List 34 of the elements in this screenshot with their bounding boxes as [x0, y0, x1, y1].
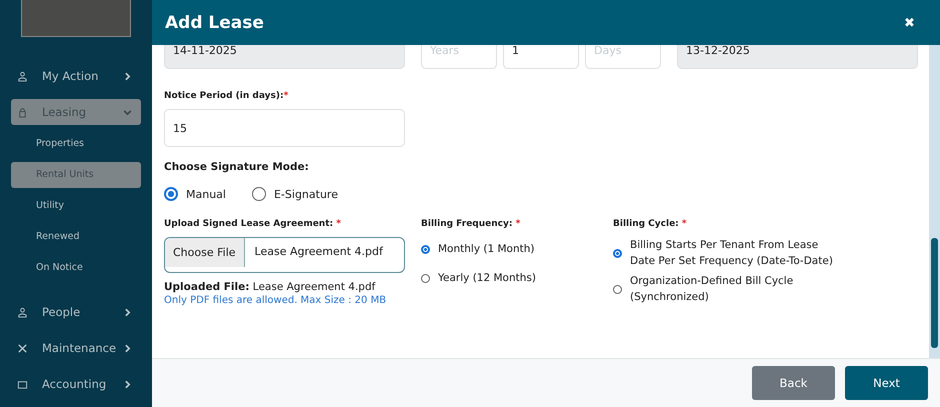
dialog-title: Add Lease [165, 12, 264, 32]
footer-button[interactable]: Next [845, 366, 928, 400]
menu-icon [17, 378, 28, 390]
hint-text: Only PDF files are allowed. Max Size : 20 MB [164, 295, 388, 306]
menu-icon [17, 70, 28, 82]
field-label: Billing Frequency: * [421, 219, 522, 229]
radio-option[interactable]: Manual [164, 187, 226, 201]
submenu-item[interactable]: Renewed [11, 224, 141, 250]
footer-button[interactable]: Back [752, 366, 835, 400]
menu-icon [17, 306, 28, 318]
sidebar-item[interactable]: People [11, 299, 141, 325]
input-field[interactable]: 1 [503, 45, 579, 69]
submenu-item[interactable]: On Notice [11, 255, 141, 281]
close-button[interactable]: ✖ [904, 15, 915, 30]
sidebar-item[interactable]: Maintenance [11, 335, 141, 361]
radio-option[interactable]: Yearly (12 Months) [421, 272, 613, 284]
sidebar-item[interactable]: Accounting [11, 371, 141, 397]
field-label: Notice Period (in days):* [164, 91, 290, 101]
menu-icon [17, 106, 28, 118]
field-label: Choose Signature Mode: [164, 161, 310, 173]
input-field[interactable]: 15 [164, 109, 405, 147]
menu-icon [17, 342, 28, 354]
file-input[interactable]: Choose File Lease Agreement 4.pdf [164, 237, 405, 273]
uploaded-file-text: Uploaded File: Lease Agreement 4.pdf [164, 281, 376, 293]
scrollbar[interactable] [929, 45, 940, 358]
radio-option[interactable]: Organization-Defined Bill Cycle (Synchronized) [613, 273, 853, 305]
submenu-item[interactable]: Properties [11, 131, 141, 157]
radio-option[interactable]: E-Signature [252, 187, 338, 201]
sidebar-item[interactable]: My Action [11, 63, 141, 89]
radio-option[interactable]: Monthly (1 Month) [421, 243, 613, 255]
field-label: Upload Signed Lease Agreement: * [164, 219, 342, 229]
submenu-item[interactable]: Utility [11, 193, 141, 219]
radio-option[interactable]: Billing Starts Per Tenant From Lease Date Per Set Frequency (Date-To-Date) [613, 237, 853, 269]
field-label: Billing Cycle: * [613, 219, 688, 229]
